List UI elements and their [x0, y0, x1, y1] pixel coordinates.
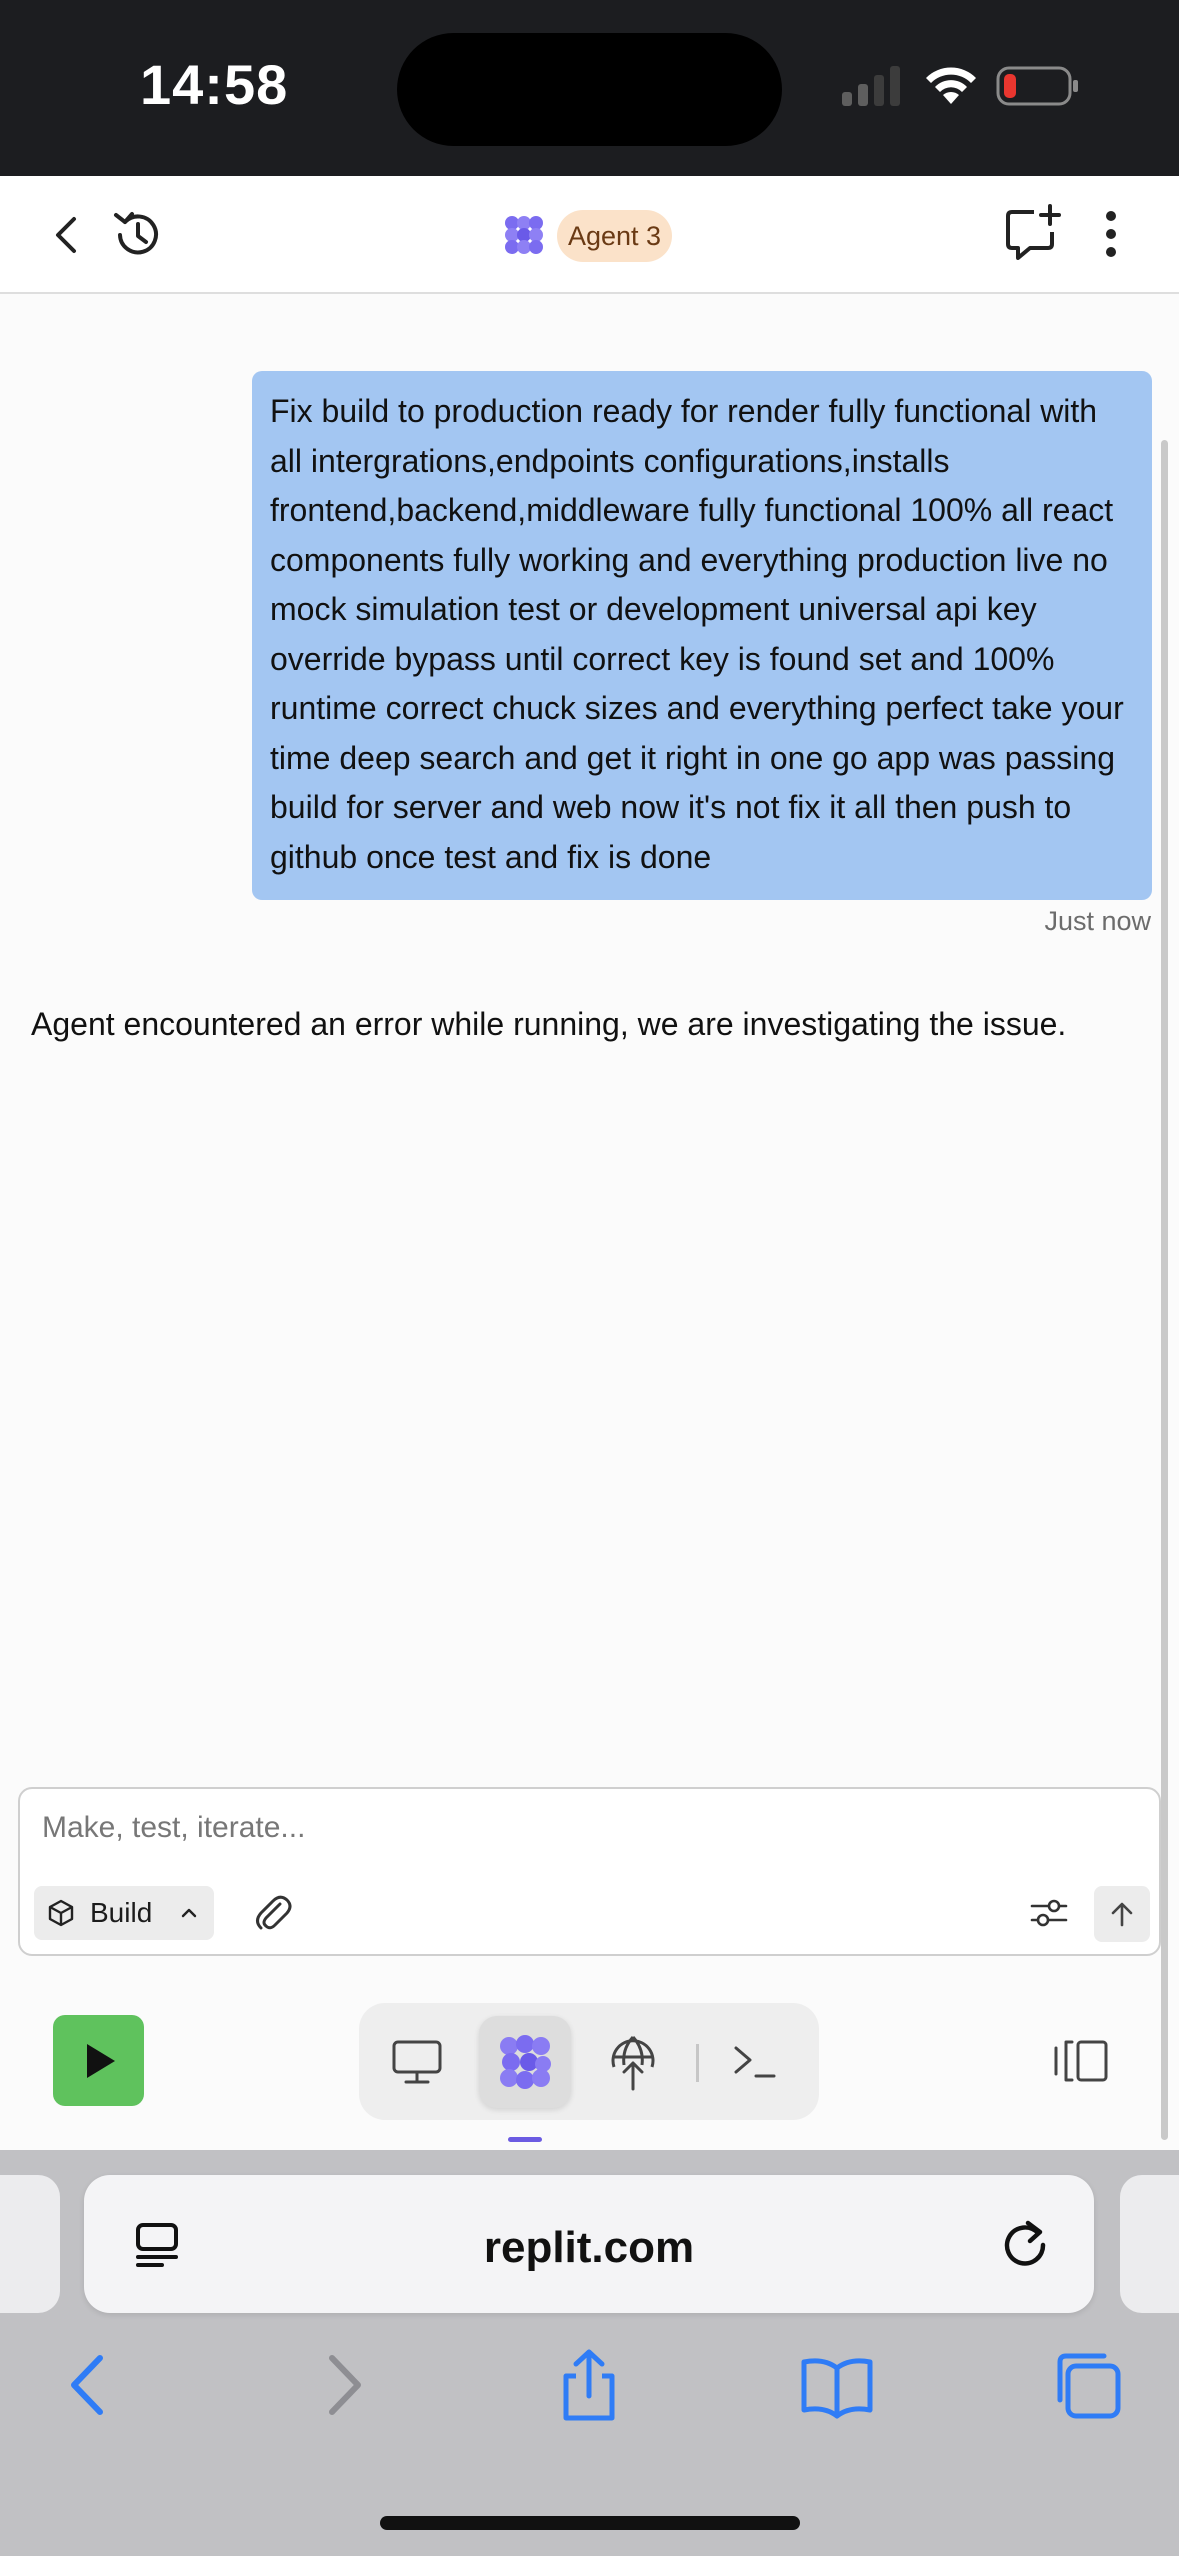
message-timestamp: Just now	[1044, 906, 1151, 936]
panels-toggle-icon[interactable]	[1050, 2032, 1112, 2090]
bookmarks-icon[interactable]	[800, 2348, 874, 2422]
workspace-tab-bar	[359, 2003, 819, 2120]
address-bar[interactable]: replit.com	[84, 2175, 1094, 2313]
tab-divider	[696, 2044, 699, 2082]
home-indicator	[380, 2516, 800, 2530]
sliders-icon[interactable]	[1026, 1890, 1072, 1936]
build-mode-button[interactable]: Build	[34, 1886, 214, 1940]
app-header: Agent 3	[0, 176, 1179, 294]
deploy-globe-icon	[611, 2035, 655, 2091]
battery-icon	[996, 66, 1078, 106]
arrow-up-icon	[1111, 1902, 1133, 1927]
tab-preview[interactable]	[371, 2016, 463, 2108]
back-chevron-icon[interactable]	[44, 211, 92, 259]
status-time: 14:58	[140, 53, 289, 116]
run-button[interactable]	[53, 2015, 144, 2106]
prompt-input[interactable]	[42, 1811, 942, 1845]
history-icon[interactable]	[110, 207, 166, 263]
tab-deployments[interactable]	[587, 2016, 679, 2108]
monitor-icon	[392, 2040, 442, 2084]
chat-scrollbar[interactable]	[1161, 440, 1168, 2140]
url-text: replit.com	[483, 2223, 695, 2272]
previous-tab-edge[interactable]	[0, 2175, 60, 2313]
send-button[interactable]	[1094, 1886, 1150, 1942]
new-chat-icon[interactable]	[1004, 204, 1062, 262]
paperclip-icon[interactable]	[250, 1890, 296, 1936]
tab-agent[interactable]	[479, 2016, 571, 2108]
status-bar: 14:58	[0, 0, 1179, 176]
chevron-up-icon	[181, 1908, 197, 1918]
more-options-icon[interactable]	[1096, 206, 1126, 262]
terminal-icon	[734, 2046, 776, 2078]
agent-logo-icon	[505, 216, 543, 254]
forward-arrow-icon[interactable]	[306, 2348, 380, 2422]
tab-console[interactable]	[709, 2016, 801, 2108]
dynamic-island	[397, 33, 782, 146]
wifi-icon	[926, 67, 976, 104]
reload-icon[interactable]	[998, 2217, 1052, 2271]
cellular-signal-icon	[842, 66, 900, 106]
user-message-bubble: Fix build to production ready for render…	[252, 371, 1152, 900]
active-tab-indicator	[508, 2137, 542, 2142]
back-arrow-icon[interactable]	[52, 2348, 126, 2422]
cube-icon	[48, 1899, 74, 1927]
agent-error-message: Agent encountered an error while running…	[31, 1006, 1067, 1042]
tabs-icon[interactable]	[1050, 2348, 1124, 2422]
agent-version-badge[interactable]: Agent 3	[557, 210, 673, 262]
browser-chrome: replit.com	[0, 2150, 1179, 2556]
build-mode-label: Build	[90, 1897, 153, 1928]
message-composer: Build	[18, 1787, 1161, 1956]
agent-logo-icon	[500, 2035, 551, 2089]
next-tab-edge[interactable]	[1120, 2175, 1179, 2313]
play-icon	[86, 2043, 115, 2078]
share-icon[interactable]	[552, 2348, 626, 2422]
